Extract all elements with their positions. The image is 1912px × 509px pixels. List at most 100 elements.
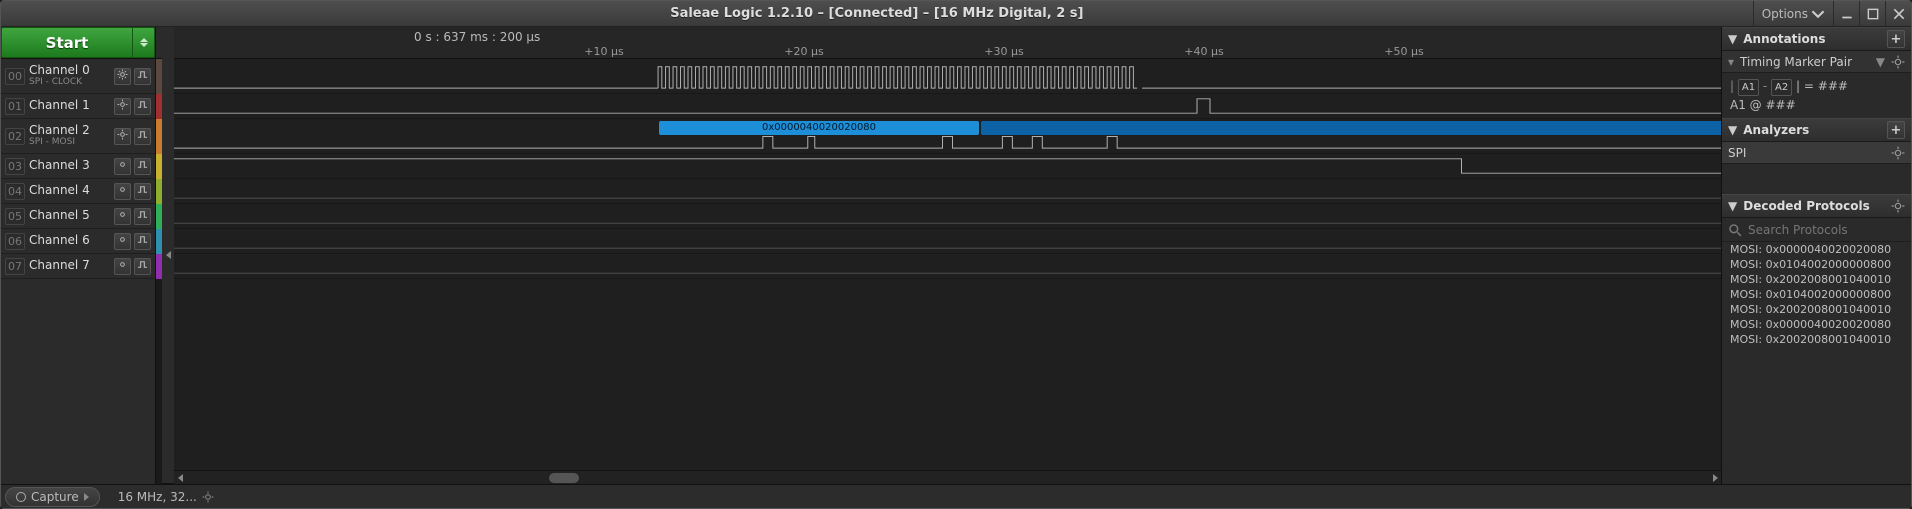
scroll-thumb[interactable] <box>549 473 579 483</box>
channel-trigger-button[interactable] <box>134 208 151 225</box>
horizontal-scrollbar[interactable] <box>174 470 1721 484</box>
time-tick: +50 µs <box>1384 45 1423 58</box>
channel-settings-button[interactable] <box>114 68 131 85</box>
chevron-left-icon <box>178 474 183 482</box>
gear-icon <box>202 491 214 503</box>
annotations-header[interactable]: ▼ Annotations + <box>1722 27 1911 51</box>
waveform-track <box>174 254 1721 279</box>
channel-trigger-button[interactable] <box>134 183 151 200</box>
gear-icon <box>117 184 128 198</box>
decoded-item[interactable]: MOSI: 0x2002008001040010 <box>1722 302 1911 317</box>
channel-settings-button[interactable] <box>114 98 131 115</box>
marker-a1-badge: A1 <box>1738 79 1759 96</box>
channel-row[interactable]: 04 Channel 4 <box>1 179 155 204</box>
gear-icon[interactable] <box>1891 199 1905 213</box>
channel-row[interactable]: 01 Channel 1 <box>1 94 155 119</box>
decoded-item[interactable]: MOSI: 0x0000040020020080 <box>1722 242 1911 257</box>
scroll-left-button[interactable] <box>174 472 186 484</box>
add-analyzer-button[interactable]: + <box>1887 121 1905 139</box>
channel-settings-button[interactable] <box>114 128 131 145</box>
minimize-button[interactable] <box>1833 1 1859 26</box>
options-button[interactable]: Options <box>1753 1 1833 26</box>
timeline-ruler[interactable]: 0 s : 637 ms : 200 µs +10 µs +20 µs +30 … <box>174 27 1721 59</box>
channel-sub: SPI - MOSI <box>29 138 114 148</box>
channel-row[interactable]: 03 Channel 3 <box>1 154 155 179</box>
channel-row[interactable]: 00 Channel 0SPI - CLOCK <box>1 59 155 94</box>
channel-name: Channel 0 <box>29 64 114 77</box>
decoded-title: Decoded Protocols <box>1743 199 1885 213</box>
arrow-up-icon <box>140 38 148 42</box>
capture-tab[interactable]: Capture <box>5 487 100 507</box>
channel-row[interactable]: 05 Channel 5 <box>1 204 155 229</box>
window-titlebar: Saleae Logic 1.2.10 – [Connected] – [16 … <box>1 1 1911 27</box>
rate-tab[interactable]: 16 MHz, 32... <box>108 487 224 507</box>
analyzers-title: Analyzers <box>1743 123 1881 137</box>
side-panel: ▼ Annotations + ▾ Timing Marker Pair ▼ |… <box>1721 27 1911 484</box>
decoded-protocol-list[interactable]: MOSI: 0x0000040020020080 MOSI: 0x0104002… <box>1722 242 1911 484</box>
waveform-area[interactable]: 0 s : 637 ms : 200 µs +10 µs +20 µs +30 … <box>174 27 1721 484</box>
gear-icon <box>117 259 128 273</box>
waveform-track <box>174 204 1721 229</box>
timing-marker-row[interactable]: ▾ Timing Marker Pair ▼ <box>1722 51 1911 73</box>
disclosure-triangle-icon: ▼ <box>1728 32 1737 46</box>
scroll-right-button[interactable] <box>1709 472 1721 484</box>
waveform-track <box>174 229 1721 254</box>
waveform-track <box>174 179 1721 204</box>
gear-icon <box>117 234 128 248</box>
annotations-body: | A1 - A2 | = ### A1 @ ### <box>1722 73 1911 118</box>
decoded-item[interactable]: MOSI: 0x0104002000000800 <box>1722 287 1911 302</box>
analyzer-item[interactable]: SPI <box>1722 142 1911 164</box>
decoded-item[interactable]: MOSI: 0x2002008001040010 <box>1722 332 1911 347</box>
channel-row[interactable]: 02 Channel 2SPI - MOSI <box>1 119 155 154</box>
add-annotation-button[interactable]: + <box>1887 30 1905 48</box>
gear-icon[interactable] <box>1891 55 1905 69</box>
channel-name: Channel 4 <box>29 184 114 197</box>
channel-index: 07 <box>5 258 25 275</box>
search-icon <box>1728 223 1742 237</box>
channel-sub: SPI - CLOCK <box>29 78 114 88</box>
time-tick: +10 µs <box>584 45 623 58</box>
decoded-item[interactable]: MOSI: 0x0104002000000800 <box>1722 257 1911 272</box>
channel-settings-button[interactable] <box>114 158 131 175</box>
time-tick: +40 µs <box>1184 45 1223 58</box>
minimize-icon <box>1840 7 1854 21</box>
channel-trigger-button[interactable] <box>134 128 151 145</box>
decoded-header[interactable]: ▼ Decoded Protocols <box>1722 194 1911 218</box>
start-button[interactable]: Start <box>1 27 133 58</box>
capture-icon <box>16 492 26 502</box>
channel-index: 02 <box>5 128 25 145</box>
decoded-item[interactable]: MOSI: 0x2002008001040010 <box>1722 272 1911 287</box>
close-button[interactable] <box>1885 1 1911 26</box>
marker-a2-badge: A2 <box>1771 79 1792 96</box>
gear-icon[interactable] <box>1891 146 1905 160</box>
pulse-icon <box>137 99 148 113</box>
annotations-title: Annotations <box>1743 32 1881 46</box>
channel-trigger-button[interactable] <box>134 258 151 275</box>
pulse-icon <box>137 234 148 248</box>
channel-name: Channel 2 <box>29 124 114 137</box>
channel-trigger-button[interactable] <box>134 233 151 250</box>
channel-trigger-button[interactable] <box>134 68 151 85</box>
channel-settings-button[interactable] <box>114 233 131 250</box>
search-protocols-input[interactable] <box>1748 223 1905 237</box>
channel-trigger-button[interactable] <box>134 98 151 115</box>
channel-settings-button[interactable] <box>114 258 131 275</box>
channel-settings-button[interactable] <box>114 183 131 200</box>
analyzers-header[interactable]: ▼ Analyzers + <box>1722 118 1911 142</box>
channel-index: 03 <box>5 158 25 175</box>
channel-row[interactable]: 07 Channel 7 <box>1 254 155 279</box>
search-protocols-row[interactable] <box>1722 218 1911 242</box>
timeline-collapse-left[interactable] <box>162 27 174 484</box>
chevron-down-icon: ▼ <box>1876 55 1885 69</box>
channel-name: Channel 1 <box>29 99 114 112</box>
decoded-item[interactable]: MOSI: 0x0000040020020080 <box>1722 317 1911 332</box>
chevron-right-icon <box>1713 474 1718 482</box>
disclosure-triangle-icon: ▼ <box>1728 123 1737 137</box>
channel-sidebar: Start 00 Channel 0SPI - CLOCK 01 Channel… <box>1 27 156 484</box>
arrow-down-icon <box>140 43 148 47</box>
maximize-button[interactable] <box>1859 1 1885 26</box>
channel-settings-button[interactable] <box>114 208 131 225</box>
channel-row[interactable]: 06 Channel 6 <box>1 229 155 254</box>
start-duration-stepper[interactable] <box>133 27 155 58</box>
channel-trigger-button[interactable] <box>134 158 151 175</box>
